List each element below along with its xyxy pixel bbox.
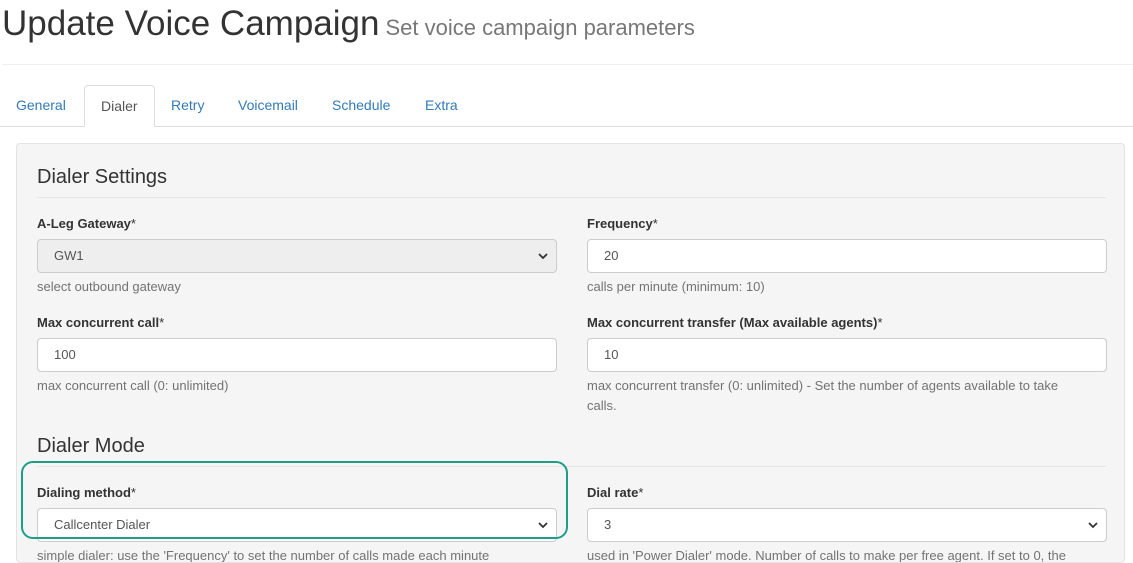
- aleg-gateway-help: select outbound gateway: [37, 279, 181, 294]
- dialing-method-label-text: Dialing method: [37, 485, 131, 500]
- required-marker: *: [159, 315, 165, 330]
- dialing-method-help: simple dialer: use the 'Frequency' to se…: [37, 548, 490, 563]
- required-marker: *: [130, 216, 136, 231]
- max-concurrent-call-input[interactable]: 100: [37, 338, 557, 372]
- aleg-gateway-select[interactable]: GW1: [37, 239, 557, 273]
- dialer-panel: Dialer Settings A-Leg Gateway* GW1 selec…: [16, 143, 1125, 563]
- max-concurrent-transfer-input[interactable]: 10: [587, 338, 1107, 372]
- max-concurrent-transfer-help: max concurrent transfer (0: unlimited) -…: [587, 376, 1107, 416]
- required-marker: *: [877, 315, 883, 330]
- frequency-input[interactable]: 20: [587, 239, 1107, 273]
- tab-extra[interactable]: Extra: [409, 85, 474, 126]
- dial-rate-label: Dial rate*: [587, 485, 643, 500]
- aleg-gateway-value: GW1: [54, 248, 84, 263]
- max-concurrent-call-label: Max concurrent call*: [37, 315, 164, 330]
- page-subtitle: Set voice campaign parameters: [385, 15, 695, 40]
- page-title-text: Update Voice Campaign: [2, 4, 380, 43]
- dialing-method-label: Dialing method*: [37, 485, 136, 500]
- required-marker: *: [130, 485, 136, 500]
- max-concurrent-transfer-help-line2: calls.: [587, 398, 617, 413]
- tab-voicemail[interactable]: Voicemail: [222, 85, 314, 126]
- dial-rate-select[interactable]: 3: [587, 508, 1107, 542]
- dial-rate-help: used in 'Power Dialer' mode. Number of c…: [587, 548, 1066, 563]
- page-title: Update Voice Campaign Set voice campaign …: [2, 4, 695, 44]
- dialing-method-value: Callcenter Dialer: [54, 517, 151, 532]
- page-header: Update Voice Campaign Set voice campaign …: [2, 0, 1133, 65]
- tab-retry[interactable]: Retry: [155, 85, 220, 126]
- aleg-gateway-label-text: A-Leg Gateway: [37, 216, 131, 231]
- campaign-tabs: General Dialer Retry Voicemail Schedule …: [0, 85, 1133, 127]
- dialer-settings-legend: Dialer Settings: [37, 162, 1106, 198]
- chevron-down-icon: [1088, 522, 1098, 529]
- dialing-method-select[interactable]: Callcenter Dialer: [37, 508, 557, 542]
- tab-general[interactable]: General: [0, 85, 82, 126]
- max-concurrent-call-help: max concurrent call (0: unlimited): [37, 378, 229, 393]
- max-concurrent-transfer-label: Max concurrent transfer (Max available a…: [587, 315, 883, 330]
- max-concurrent-transfer-help-line1: max concurrent transfer (0: unlimited) -…: [587, 378, 1059, 393]
- tab-dialer[interactable]: Dialer: [84, 85, 155, 127]
- tab-schedule[interactable]: Schedule: [316, 85, 406, 126]
- frequency-help: calls per minute (minimum: 10): [587, 279, 765, 294]
- dial-rate-label-text: Dial rate: [587, 485, 639, 500]
- dialer-mode-legend: Dialer Mode: [37, 431, 1106, 467]
- frequency-label-text: Frequency: [587, 216, 653, 231]
- chevron-down-icon: [538, 522, 548, 529]
- dial-rate-value: 3: [604, 517, 612, 532]
- frequency-label: Frequency*: [587, 216, 658, 231]
- required-marker: *: [652, 216, 658, 231]
- aleg-gateway-label: A-Leg Gateway*: [37, 216, 136, 231]
- chevron-down-icon: [538, 253, 548, 260]
- required-marker: *: [638, 485, 644, 500]
- max-concurrent-call-label-text: Max concurrent call: [37, 315, 160, 330]
- max-concurrent-transfer-label-text: Max concurrent transfer (Max available a…: [587, 315, 878, 330]
